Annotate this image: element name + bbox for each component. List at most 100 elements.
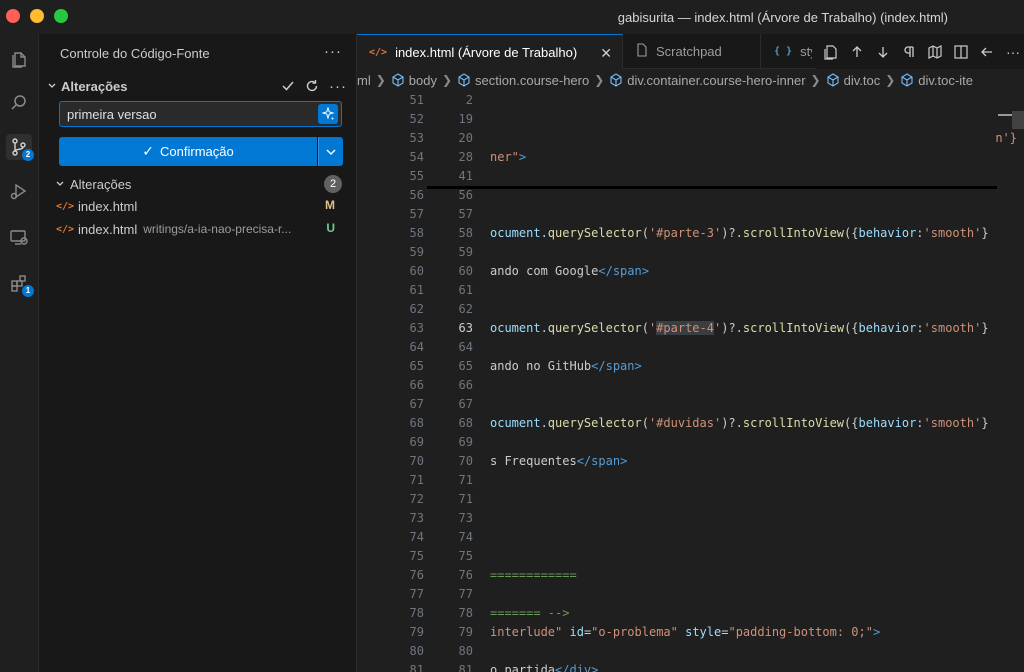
line-number-original: 56 bbox=[409, 188, 424, 202]
code-line[interactable]: 54 28 ner"> bbox=[357, 148, 1024, 167]
code-text: ando no GitHub</span> bbox=[490, 357, 1017, 376]
code-line[interactable]: 76 76 ============ bbox=[357, 566, 1024, 585]
explorer-button[interactable] bbox=[6, 46, 32, 72]
check-icon[interactable] bbox=[281, 79, 295, 93]
breadcrumb-item[interactable]: div.toc bbox=[826, 73, 880, 88]
code-line[interactable]: 73 73 bbox=[357, 509, 1024, 528]
refresh-icon[interactable] bbox=[305, 79, 319, 93]
close-icon[interactable]: ✕ bbox=[600, 45, 612, 62]
changed-file-item[interactable]: </> index.html M bbox=[56, 195, 351, 217]
code-editor[interactable]: 51 2 52 19 53 20 n'} 54 28 ner"> 55 41 56 56 57 57 58 58 o… bbox=[357, 91, 1024, 672]
line-number-modified: 61 bbox=[458, 283, 473, 297]
code-line[interactable]: 71 71 bbox=[357, 471, 1024, 490]
code-line[interactable]: 51 2 bbox=[357, 91, 1024, 110]
code-line[interactable]: 77 77 bbox=[357, 585, 1024, 604]
source-control-button[interactable]: 2 bbox=[6, 134, 34, 161]
close-window-button[interactable] bbox=[6, 9, 20, 23]
search-icon bbox=[11, 95, 26, 110]
line-number-original: 79 bbox=[409, 625, 424, 639]
open-changes-icon[interactable] bbox=[820, 40, 842, 63]
element-icon bbox=[458, 73, 470, 87]
code-text: ocument.querySelector('#parte-3')?.scrol… bbox=[490, 224, 1017, 243]
line-number-original: 76 bbox=[409, 568, 424, 582]
more-icon[interactable]: ··· bbox=[329, 78, 347, 95]
code-line[interactable]: 70 70 s Frequentes</span> bbox=[357, 452, 1024, 471]
chevron-down-icon bbox=[53, 179, 67, 189]
arrow-up-icon[interactable] bbox=[846, 40, 868, 63]
code-line[interactable]: 68 68 ocument.querySelector('#duvidas')?.s… bbox=[357, 414, 1024, 433]
code-line[interactable]: 79 79 interlude" id="o-problema" style="pa… bbox=[357, 623, 1024, 642]
code-token: behavior bbox=[858, 226, 917, 240]
code-line[interactable]: 69 69 bbox=[357, 433, 1024, 452]
code-line[interactable]: 60 60 ando com Google</span> bbox=[357, 262, 1024, 281]
remote-explorer-button[interactable] bbox=[6, 224, 32, 250]
commit-button[interactable]: ✓ Confirmação bbox=[59, 137, 317, 166]
tab-styles[interactable]: { } sty bbox=[762, 34, 812, 69]
code-line[interactable]: 53 20 n'} bbox=[357, 129, 1024, 148]
code-line[interactable]: 81 81 o partida</div> bbox=[357, 661, 1024, 672]
code-line[interactable]: 64 64 bbox=[357, 338, 1024, 357]
code-token: > bbox=[641, 264, 649, 278]
editor-area: </> index.html (Árvore de Trabalho) ✕ Sc… bbox=[357, 34, 1024, 672]
tab-scratchpad[interactable]: Scratchpad bbox=[624, 34, 761, 69]
code-line[interactable]: 78 78 ======= --> bbox=[357, 604, 1024, 623]
code-line[interactable]: 72 71 bbox=[357, 490, 1024, 509]
line-number-modified: 63 bbox=[458, 321, 473, 335]
commit-message-input[interactable] bbox=[59, 101, 342, 127]
extensions-button[interactable]: 1 bbox=[6, 270, 34, 297]
code-line[interactable]: 65 65 ando no GitHub</span> bbox=[357, 357, 1024, 376]
code-text: interlude" id="o-problema" style="paddin… bbox=[490, 623, 1017, 642]
code-token: > bbox=[620, 454, 628, 468]
more-icon[interactable]: ··· bbox=[1002, 40, 1024, 63]
code-line[interactable]: 80 80 bbox=[357, 642, 1024, 661]
code-line[interactable]: 59 59 bbox=[357, 243, 1024, 262]
code-line[interactable]: 57 57 bbox=[357, 205, 1024, 224]
line-number-original: 52 bbox=[409, 112, 424, 126]
code-text: ============ bbox=[490, 566, 1017, 585]
line-number-original: 59 bbox=[409, 245, 424, 259]
zoom-window-button[interactable] bbox=[54, 9, 68, 23]
breadcrumb-item[interactable]: div.toc-ite bbox=[900, 73, 973, 88]
code-line[interactable]: 52 19 bbox=[357, 110, 1024, 129]
code-line[interactable]: 55 41 bbox=[357, 167, 1024, 186]
breadcrumb-item[interactable]: body bbox=[391, 73, 437, 88]
breadcrumb-item[interactable]: section.course-hero bbox=[457, 73, 589, 88]
code-line[interactable]: 63 63 ocument.querySelector('#parte-4')?.s… bbox=[357, 319, 1024, 338]
code-token: #parte-4 bbox=[656, 321, 714, 335]
changes-group-header[interactable]: Alterações 2 bbox=[53, 173, 351, 195]
line-number-original: 70 bbox=[409, 454, 424, 468]
scrollbar-thumb[interactable] bbox=[1012, 111, 1024, 129]
run-debug-button[interactable] bbox=[6, 178, 32, 204]
search-button[interactable] bbox=[6, 90, 32, 116]
line-number-original: 51 bbox=[409, 93, 424, 107]
code-line[interactable]: 58 58 ocument.querySelector('#parte-3')?.s… bbox=[357, 224, 1024, 243]
code-line[interactable]: 67 67 bbox=[357, 395, 1024, 414]
line-number-original: 67 bbox=[409, 397, 424, 411]
code-line[interactable]: 75 75 bbox=[357, 547, 1024, 566]
line-number-original: 60 bbox=[409, 264, 424, 278]
arrow-down-icon[interactable] bbox=[872, 40, 894, 63]
code-token: ({ bbox=[844, 416, 859, 430]
pilcrow-icon[interactable] bbox=[898, 40, 920, 63]
breadcrumb-item[interactable]: ml bbox=[357, 73, 371, 88]
code-token: scrollIntoView bbox=[742, 226, 845, 240]
arrow-left-icon[interactable] bbox=[976, 40, 998, 63]
html-file-icon: </> bbox=[56, 200, 75, 212]
generate-commit-message-button[interactable] bbox=[318, 104, 338, 124]
code-line[interactable]: 74 74 bbox=[357, 528, 1024, 547]
tab-index-html-worktree[interactable]: </> index.html (Árvore de Trabalho) ✕ bbox=[357, 34, 623, 69]
split-editor-icon[interactable] bbox=[950, 40, 972, 63]
code-line[interactable]: 66 66 bbox=[357, 376, 1024, 395]
line-number-modified: 80 bbox=[458, 644, 473, 658]
breadcrumb-item[interactable]: div.container.course-hero-inner bbox=[609, 73, 806, 88]
minimize-window-button[interactable] bbox=[30, 9, 44, 23]
code-token: behavior bbox=[858, 321, 917, 335]
map-icon[interactable] bbox=[924, 40, 946, 63]
sidebar-more-button[interactable]: ··· bbox=[324, 43, 342, 60]
changed-file-item[interactable]: </> index.html writings/a-ia-nao-precisa… bbox=[56, 218, 351, 240]
code-line[interactable]: 61 61 bbox=[357, 281, 1024, 300]
breadcrumb: ml ❯ body ❯ section.course-hero ❯ div.co… bbox=[357, 69, 1024, 91]
section-header-alteracoes[interactable]: Alterações ··· bbox=[45, 76, 351, 96]
code-line[interactable]: 62 62 bbox=[357, 300, 1024, 319]
commit-dropdown-button[interactable] bbox=[318, 137, 343, 166]
